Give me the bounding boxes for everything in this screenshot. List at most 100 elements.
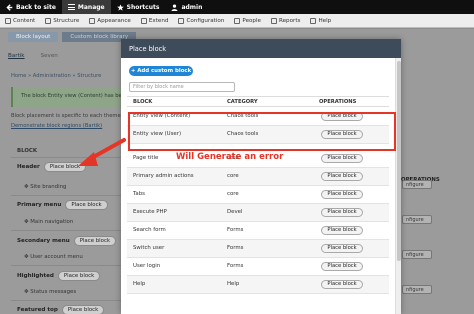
tab-block-layout[interactable]: Block layout	[8, 32, 59, 42]
primary-tabs: Block layout Custom block library	[8, 32, 137, 42]
menu-reports[interactable]: Reports	[266, 17, 305, 24]
divider	[11, 300, 123, 301]
menu-people[interactable]: People	[229, 17, 266, 24]
user-icon	[171, 3, 178, 11]
block-name: Tabs	[133, 191, 145, 197]
menu-label: Help	[318, 17, 332, 24]
demo-regions-link[interactable]: Demonstrate block regions (Bartik)	[11, 123, 102, 129]
region-highlighted: Highlighted Place block	[17, 271, 101, 281]
tab-seven[interactable]: Seven	[41, 53, 58, 59]
table-row: Tabs core Place block	[127, 186, 389, 204]
divider	[11, 265, 123, 266]
error-annotation: Will Generate an error	[176, 152, 284, 162]
block-row: ✥ User account menu	[24, 254, 83, 260]
block-row-label: User account menu	[30, 254, 83, 260]
divider	[11, 230, 123, 231]
region-primary-menu: Primary menu Place block	[17, 200, 108, 210]
filter-block-input[interactable]: Filter by block name	[129, 82, 235, 92]
block-category: core	[227, 173, 239, 179]
place-block-button[interactable]: Place block	[57, 271, 101, 281]
column-block: BLOCK	[133, 99, 153, 105]
block-column-header: BLOCK	[17, 148, 38, 154]
block-category: Devel	[227, 209, 243, 215]
arrow-icon	[78, 138, 126, 166]
menu-label: Reports	[278, 17, 301, 24]
arrow-left-icon	[6, 3, 13, 11]
region-label: Featured top	[17, 307, 58, 313]
dialog-body: + Add custom block Filter by block name …	[121, 58, 395, 314]
menu-structure[interactable]: Structure	[40, 17, 84, 24]
wrench-icon	[178, 17, 185, 24]
block-row-label: Site branding	[30, 184, 67, 190]
back-to-site-link[interactable]: Back to site	[0, 0, 62, 14]
block-category: Forms	[227, 263, 244, 269]
breadcrumb: Home » Administration » Structure	[11, 73, 102, 79]
place-block-button[interactable]: Place block	[321, 244, 363, 253]
menu-label: Appearance	[97, 17, 131, 24]
add-custom-block-button[interactable]: + Add custom block	[129, 66, 193, 76]
tab-bartik[interactable]: Bartik	[8, 53, 25, 59]
block-name: Help	[133, 281, 146, 287]
block-row-label: Status messages	[30, 289, 77, 295]
user-tab[interactable]: admin	[165, 0, 208, 14]
highlight-box	[128, 112, 396, 151]
menu-appearance[interactable]: Appearance	[84, 17, 136, 24]
column-category: CATEGORY	[227, 99, 258, 105]
content-icon	[5, 17, 11, 24]
block-name: Primary admin actions	[133, 173, 194, 179]
people-icon	[234, 17, 241, 24]
block-category: Help	[227, 281, 240, 287]
table-row: Help Help Place block	[127, 276, 389, 294]
place-block-button[interactable]: Place block	[321, 208, 363, 217]
block-name: Search form	[133, 227, 166, 233]
shortcuts-tab[interactable]: Shortcuts	[111, 0, 166, 14]
place-block-button[interactable]: Place block	[65, 200, 108, 210]
block-name: User login	[133, 263, 161, 269]
place-block-button[interactable]: Place block	[321, 172, 363, 181]
place-block-button[interactable]: Place block	[321, 190, 363, 199]
configure-button[interactable]: nfigure	[402, 180, 432, 189]
block-name: Switch user	[133, 245, 165, 251]
user-label: admin	[181, 3, 203, 11]
menu-content[interactable]: Content	[0, 17, 40, 24]
scroll-thumb[interactable]	[397, 61, 401, 261]
block-category: core	[227, 191, 239, 197]
configure-button[interactable]: nfigure	[402, 285, 432, 294]
place-block-button[interactable]: Place block	[321, 154, 363, 163]
column-operations: OPERATIONS	[319, 99, 357, 105]
menu-icon	[67, 4, 75, 10]
place-block-button[interactable]: Place block	[321, 226, 363, 235]
block-row: ✥ Site branding	[24, 184, 67, 190]
menu-configuration[interactable]: Configuration	[173, 17, 229, 24]
block-row: ✥ Main navigation	[24, 219, 74, 225]
menu-extend[interactable]: Extend	[136, 17, 174, 24]
appearance-icon	[89, 17, 96, 24]
configure-button[interactable]: nfigure	[402, 215, 432, 224]
menu-label: Structure	[53, 17, 80, 24]
region-secondary-menu: Secondary menu Place block	[17, 236, 117, 246]
block-name: Execute PHP	[133, 209, 167, 215]
place-block-button[interactable]: Place block	[321, 262, 363, 271]
table-row: Execute PHP Devel Place block	[127, 204, 389, 222]
manage-tab[interactable]: Manage	[61, 0, 111, 14]
place-block-button[interactable]: Place block	[321, 280, 363, 289]
dialog-scrollbar[interactable]	[395, 58, 401, 314]
menu-label: Content	[13, 17, 36, 24]
structure-icon	[45, 17, 52, 24]
region-label: Primary menu	[17, 202, 62, 208]
menu-help[interactable]: Help	[305, 17, 336, 24]
status-message: The block Entity view (Content) has be	[11, 87, 131, 107]
admin-menu: Content Structure Appearance Extend Conf…	[0, 14, 474, 28]
dialog-title: Place block	[121, 39, 401, 58]
placement-note: Block placement is specific to each them…	[11, 113, 129, 119]
extend-icon	[140, 17, 147, 24]
manage-label: Manage	[77, 3, 105, 11]
configure-button[interactable]: nfigure	[402, 250, 432, 259]
place-block-button[interactable]: Place block	[61, 305, 105, 314]
place-block-button[interactable]: Place block	[73, 236, 117, 246]
block-row: ✥ Status messages	[24, 289, 77, 295]
table-row: User login Forms Place block	[127, 258, 389, 276]
region-label: Secondary menu	[17, 238, 70, 244]
back-to-site-label: Back to site	[16, 3, 56, 11]
block-name: Page title	[133, 155, 159, 161]
